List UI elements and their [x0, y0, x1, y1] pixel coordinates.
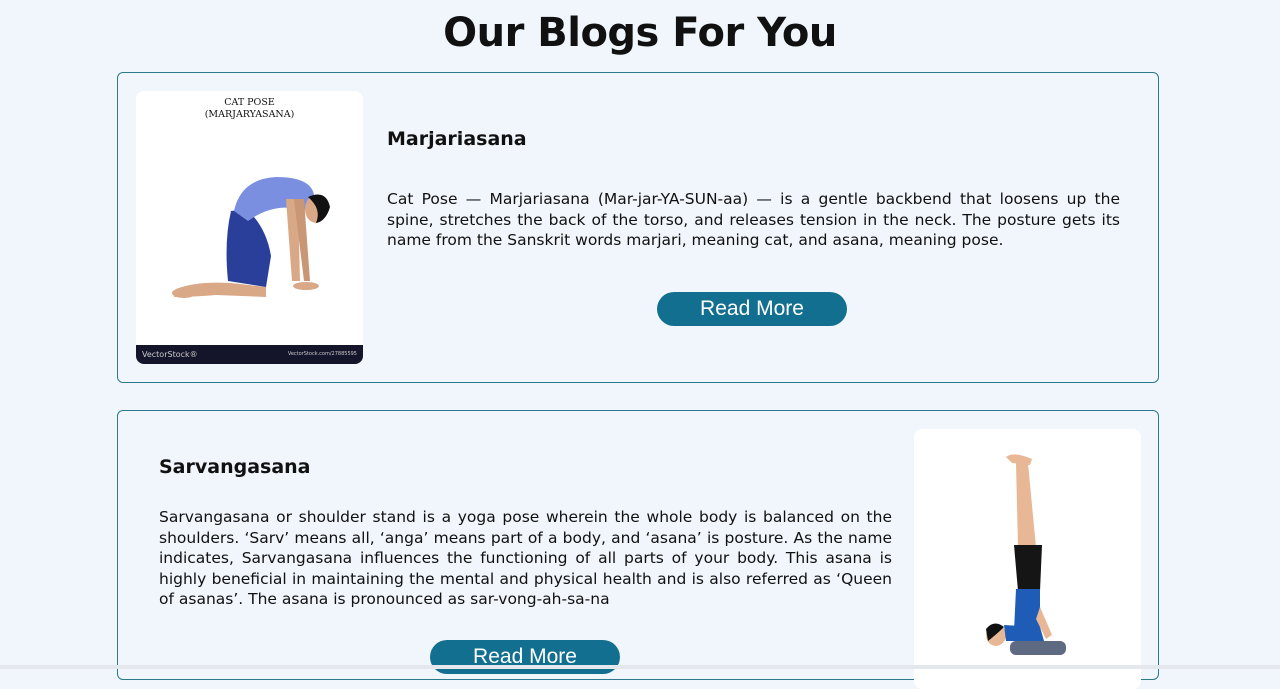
blog-card-sarvangasana: Sarvangasana Sarvangasana or shoulder st… — [117, 410, 1159, 689]
page-title: Our Blogs For You — [443, 10, 837, 56]
read-more-button[interactable]: Read More — [657, 292, 847, 326]
watermark-bar: VectorStock® VectorStock.com/27885595 — [136, 345, 363, 364]
shoulder-stand-illustration — [986, 454, 1066, 655]
blog-card-marjariasana: CAT POSE (MARJARYASANA) VectorStock® Vec… — [117, 72, 1159, 383]
cat-pose-illustration — [172, 177, 330, 298]
image-caption: CAT POSE (MARJARYASANA) — [204, 97, 295, 120]
blog-excerpt: Sarvangasana or shoulder stand is a yoga… — [159, 508, 892, 608]
cat-pose-image: CAT POSE (MARJARYASANA) VectorStock® Vec… — [136, 91, 363, 364]
blog-excerpt: Cat Pose — Marjariasana (Mar-jar-YA-SUN-… — [387, 190, 1120, 249]
page-bottom-divider — [0, 665, 1280, 669]
blog-title: Marjariasana — [387, 128, 527, 150]
shoulder-stand-image — [914, 429, 1141, 689]
blog-title: Sarvangasana — [159, 456, 311, 478]
